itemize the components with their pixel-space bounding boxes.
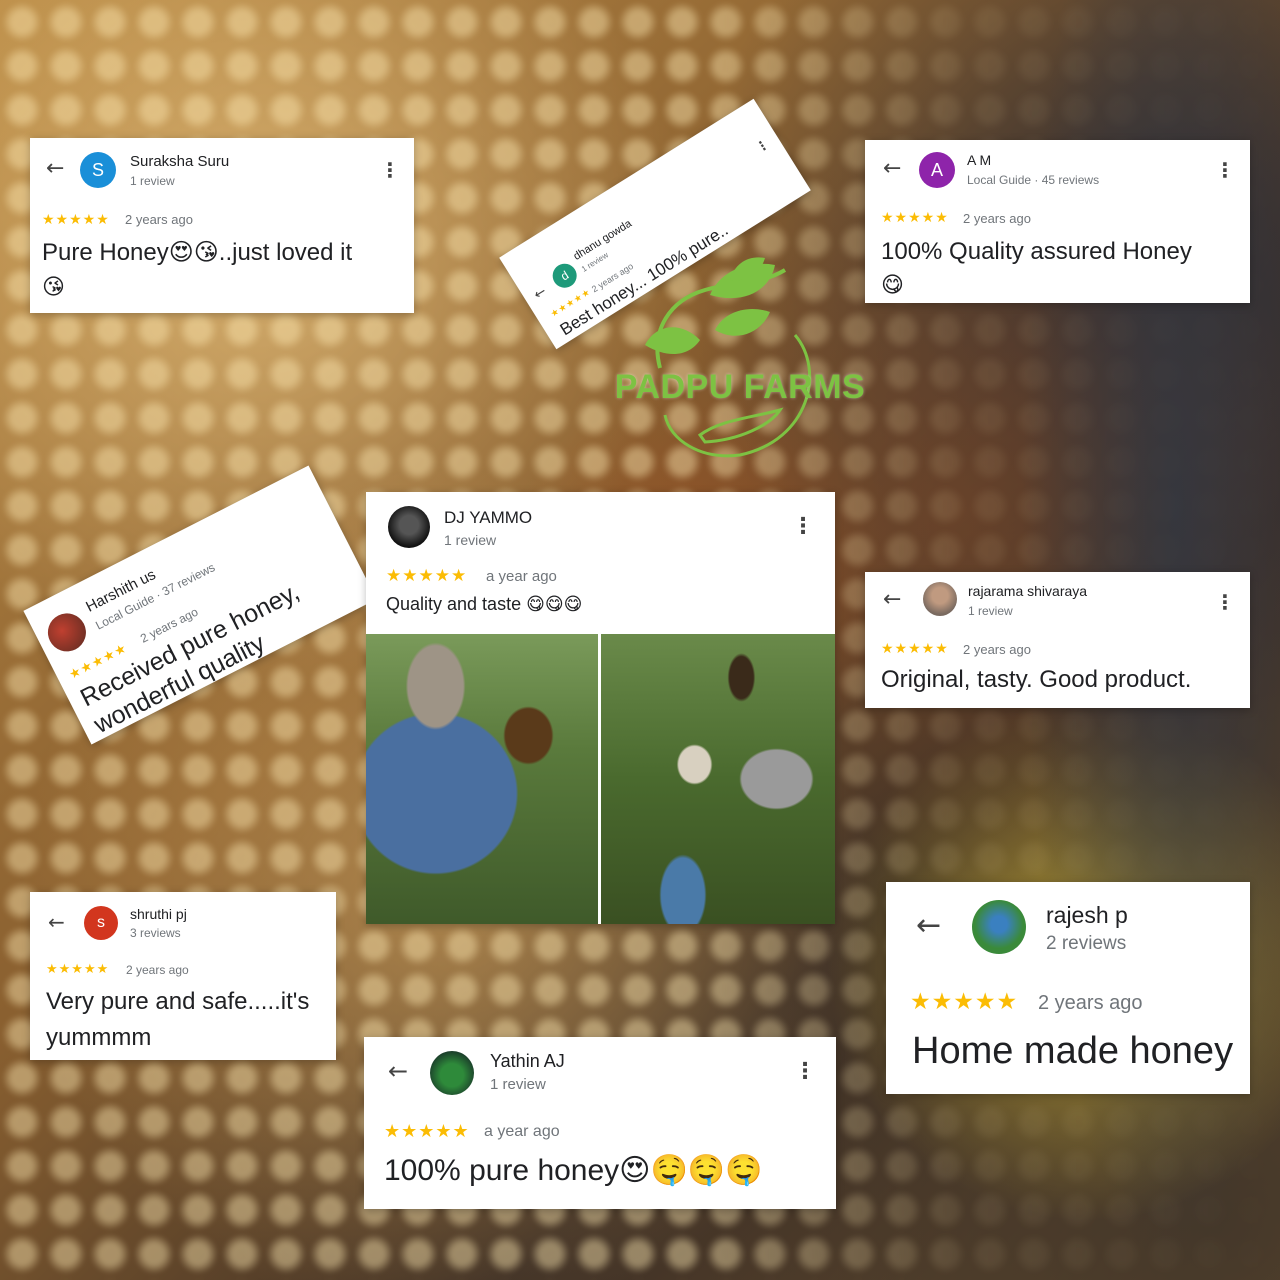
avatar <box>972 900 1026 954</box>
review-count: 1 review <box>968 604 1013 618</box>
reviewer-name[interactable]: rajesh p <box>1046 902 1128 929</box>
review-text: Very pure and safe.....it's <box>46 988 310 1015</box>
review-date: 2 years ago <box>1038 992 1143 1014</box>
review-card-yathin: ← Yathin AJ 1 review ⋮ ★★★★★ a year ago … <box>364 1037 836 1209</box>
reviewer-name[interactable]: shruthi pj <box>130 906 187 922</box>
review-date: 2 years ago <box>963 211 1031 226</box>
review-text: 100% Quality assured Honey <box>881 238 1192 265</box>
beekeeper-photo-1 <box>366 634 598 924</box>
review-text: Pure Honey😍😘..just loved it <box>42 239 353 266</box>
review-count: 1 review <box>130 174 175 188</box>
review-count: 2 reviews <box>1046 933 1127 954</box>
brand-name: PADPU FARMS <box>614 368 866 406</box>
review-date: 2 years ago <box>125 212 193 227</box>
reviewer-name[interactable]: Yathin AJ <box>490 1051 565 1072</box>
review-card-rajesh: ← rajesh p 2 reviews ★★★★★ 2 years ago H… <box>886 882 1250 1094</box>
back-arrow-icon[interactable]: ← <box>883 156 901 181</box>
review-count: Local Guide · 45 reviews <box>967 173 1100 187</box>
back-arrow-icon[interactable]: ← <box>883 587 901 612</box>
review-text-cont: 😘 <box>42 274 65 299</box>
beekeeper-photo-2 <box>601 634 835 924</box>
review-text: Home made honey <box>912 1030 1234 1072</box>
reviewer-name[interactable]: Suraksha Suru <box>130 153 229 170</box>
review-card-djyammo: DJ YAMMO 1 review ⋮ ★★★★★ a year ago Qua… <box>366 492 835 924</box>
more-options-icon[interactable]: ⋮ <box>1215 158 1235 182</box>
more-options-icon[interactable]: ⋮ <box>380 158 400 182</box>
back-arrow-icon[interactable]: ← <box>46 156 64 181</box>
star-rating: ★★★★★ <box>386 566 468 586</box>
avatar: S <box>80 152 116 188</box>
star-rating: ★★★★★ <box>46 962 110 977</box>
review-text: Quality and taste 😋😋😋 <box>386 594 583 614</box>
back-arrow-icon[interactable]: ← <box>531 283 549 303</box>
avatar <box>430 1051 474 1095</box>
more-options-icon[interactable]: ⋮ <box>792 514 814 539</box>
back-arrow-icon[interactable]: ← <box>48 910 65 934</box>
review-count: 1 review <box>490 1076 546 1093</box>
avatar <box>388 506 430 548</box>
review-date: 2 years ago <box>126 963 189 977</box>
review-count: 3 reviews <box>130 926 181 940</box>
review-text: Original, tasty. Good product. <box>881 666 1192 693</box>
avatar <box>41 606 93 658</box>
review-card-shruthi: ← s shruthi pj 3 reviews ★★★★★ 2 years a… <box>30 892 336 1060</box>
review-card-rajarama: ← rajarama shivaraya 1 review ⋮ ★★★★★ 2 … <box>865 572 1250 708</box>
review-date: a year ago <box>484 1123 560 1140</box>
review-count: 1 review <box>444 532 497 548</box>
star-rating: ★★★★★ <box>384 1121 470 1142</box>
star-rating: ★★★★★ <box>42 212 110 228</box>
back-arrow-icon[interactable]: ← <box>916 908 941 943</box>
review-text-cont: yummmm <box>46 1024 152 1051</box>
more-options-icon[interactable]: ⋮ <box>1215 590 1235 614</box>
star-rating: ★★★★★ <box>881 210 949 226</box>
review-date: a year ago <box>486 568 557 585</box>
review-date: 2 years ago <box>963 642 1031 657</box>
padpu-farms-logo: PADPU FARMS <box>610 250 870 470</box>
avatar <box>923 582 957 616</box>
avatar: d <box>548 259 582 293</box>
review-card-suraksha: ← S Suraksha Suru 1 review ⋮ ★★★★★ 2 yea… <box>30 138 414 313</box>
star-rating: ★★★★★ <box>910 989 1019 1015</box>
star-rating: ★★★★★ <box>881 641 949 657</box>
more-options-icon[interactable]: ⋮ <box>794 1059 816 1084</box>
leaf-logo-icon <box>645 257 811 458</box>
reviewer-name[interactable]: DJ YAMMO <box>444 508 532 528</box>
reviewer-name[interactable]: rajarama shivaraya <box>968 583 1087 599</box>
avatar: A <box>919 152 955 188</box>
review-text-cont: 😋 <box>881 272 904 297</box>
reviewer-name[interactable]: A M <box>967 152 991 168</box>
review-card-am: ← A A M Local Guide · 45 reviews ⋮ ★★★★★… <box>865 140 1250 303</box>
back-arrow-icon[interactable]: ← <box>388 1057 408 1085</box>
more-options-icon[interactable]: ⋮ <box>753 137 772 157</box>
review-text: 100% pure honey😍🤤🤤🤤 <box>384 1154 763 1187</box>
avatar: s <box>84 906 118 940</box>
